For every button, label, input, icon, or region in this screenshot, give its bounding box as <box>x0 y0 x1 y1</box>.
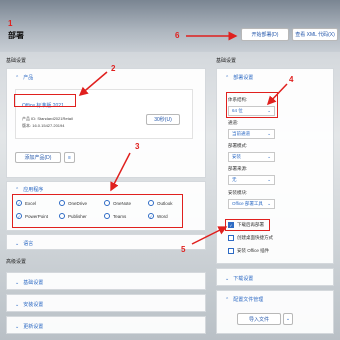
arrow-5 <box>191 226 228 245</box>
arrow-2 <box>78 71 108 96</box>
annotation-arrows <box>78 31 288 245</box>
arrow-3 <box>110 152 131 192</box>
arrow-4 <box>266 83 288 106</box>
